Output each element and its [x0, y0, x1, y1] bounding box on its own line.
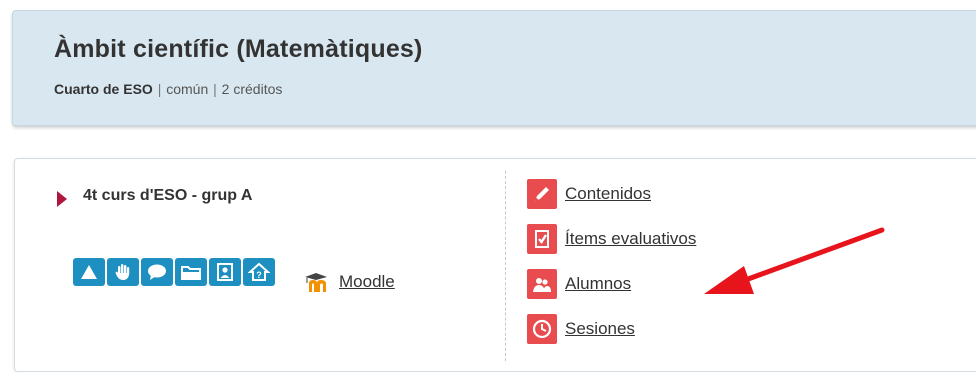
group-name: 4t curs d'ESO - grup A — [83, 187, 253, 204]
meta-separator: | — [213, 81, 217, 97]
menu-label[interactable]: Ítems evaluativos — [565, 229, 696, 249]
moodle-logo-icon — [305, 273, 327, 292]
triangle-icon[interactable] — [73, 258, 105, 286]
course-level: Cuarto de ESO — [54, 81, 153, 97]
students-icon — [527, 269, 557, 299]
menu-label[interactable]: Alumnos — [565, 274, 631, 294]
course-type: común — [166, 81, 209, 97]
clock-icon — [527, 314, 557, 344]
hand-icon[interactable] — [107, 258, 139, 286]
menu-item-sesiones[interactable]: Sesiones — [527, 314, 635, 344]
course-credits: 2 créditos — [221, 81, 283, 97]
course-meta: Cuarto de ESO | común | 2 créditos — [54, 81, 282, 97]
column-divider — [505, 171, 506, 361]
svg-text:?: ? — [256, 270, 262, 280]
course-header: Àmbit científic (Matemàtiques) Cuarto de… — [12, 10, 976, 126]
moodle-label[interactable]: Moodle — [339, 272, 395, 292]
group-expand-arrow[interactable] — [57, 191, 67, 207]
menu-label[interactable]: Contenidos — [565, 184, 651, 204]
meta-separator: | — [157, 81, 162, 97]
menu-item-alumnos[interactable]: Alumnos — [527, 269, 631, 299]
menu-item-items-evaluativos[interactable]: Ítems evaluativos — [527, 224, 696, 254]
checklist-icon — [527, 224, 557, 254]
folder-icon[interactable] — [175, 258, 207, 286]
profile-card-icon[interactable] — [209, 258, 241, 286]
annotation-arrow — [704, 227, 885, 294]
group-tools: ? — [73, 258, 275, 286]
course-title: Àmbit científic (Matemàtiques) — [54, 35, 423, 63]
moodle-link[interactable]: Moodle — [303, 271, 395, 293]
home-question-icon[interactable]: ? — [243, 258, 275, 286]
pencil-icon — [527, 179, 557, 209]
chat-bubble-icon[interactable] — [141, 258, 173, 286]
menu-label[interactable]: Sesiones — [565, 319, 635, 339]
menu-item-contenidos[interactable]: Contenidos — [527, 179, 651, 209]
